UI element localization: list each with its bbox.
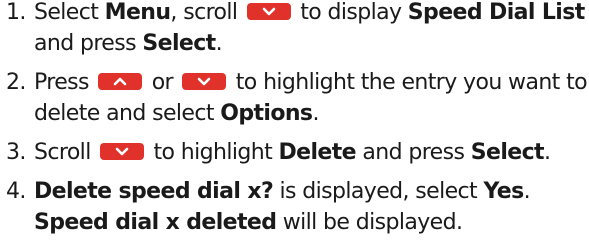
select-keyword: Select xyxy=(142,31,216,56)
speed-dial-list-keyword: Speed Dial List xyxy=(407,0,585,25)
step-4: 4. Delete speed dial x? is displayed, se… xyxy=(0,176,589,238)
deleted-message-keyword: Speed dial x deleted xyxy=(34,210,277,235)
step-number: 1. xyxy=(6,0,26,25)
step-text: Select xyxy=(34,0,105,25)
step-1: 1. Select Menu, scroll to display Speed … xyxy=(0,0,589,59)
step-text: and press xyxy=(34,31,143,56)
step-number: 3. xyxy=(6,140,26,165)
delete-prompt-keyword: Delete speed dial x? xyxy=(34,179,274,204)
step-text: . xyxy=(543,140,551,165)
yes-keyword: Yes xyxy=(483,179,524,204)
step-text: is displayed, select xyxy=(273,179,484,204)
chevron-down-key-icon xyxy=(246,3,291,20)
chevron-down-key-icon xyxy=(182,73,227,90)
options-keyword: Options xyxy=(220,101,313,126)
step-text: . xyxy=(523,179,531,204)
step-text: , scroll xyxy=(170,0,244,25)
delete-keyword: Delete xyxy=(278,140,357,165)
step-2: 2. Press or to highlight the entry you w… xyxy=(0,67,589,129)
step-text: . xyxy=(215,31,223,56)
instruction-steps: 1. Select Menu, scroll to display Speed … xyxy=(0,0,589,238)
step-number: 2. xyxy=(6,70,26,95)
step-3: 3. Scroll to highlight Delete and press … xyxy=(0,137,589,168)
select-keyword: Select xyxy=(470,140,545,165)
step-text: Scroll xyxy=(34,140,98,165)
step-text: or xyxy=(145,70,180,95)
step-text: to display xyxy=(293,0,408,25)
step-text: and press xyxy=(355,140,471,165)
step-text: Press xyxy=(34,70,96,95)
step-number: 4. xyxy=(6,179,26,204)
chevron-down-key-icon xyxy=(100,143,145,160)
step-text: will be displayed. xyxy=(276,210,463,235)
step-text: to highlight xyxy=(147,140,279,165)
step-text: . xyxy=(312,101,319,126)
chevron-up-key-icon xyxy=(98,73,143,90)
menu-keyword: Menu xyxy=(104,0,171,25)
